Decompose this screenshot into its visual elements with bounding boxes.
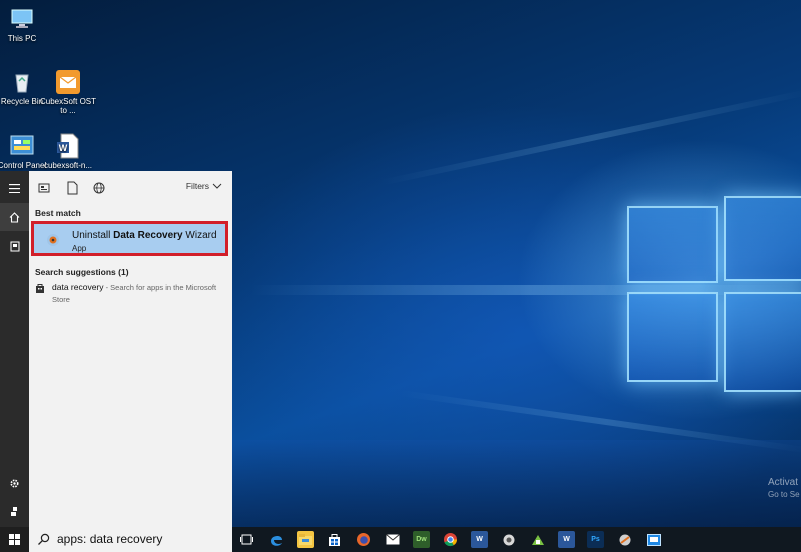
firefox-icon	[357, 533, 370, 546]
search-suggestion-item[interactable]: data recovery - Search for apps in the M…	[33, 282, 229, 310]
svg-text:W: W	[59, 143, 68, 153]
photoshop-icon: Ps	[591, 536, 600, 543]
activate-windows-watermark: Activat Go to Se	[768, 477, 800, 499]
taskbar-mail[interactable]	[384, 531, 401, 548]
envelope-app-icon	[56, 70, 80, 94]
documents-button[interactable]	[0, 232, 29, 260]
word-icon: W	[563, 536, 570, 543]
start-menu-rail	[0, 171, 29, 527]
mail-icon	[385, 534, 400, 545]
apps-icon[interactable]	[36, 180, 52, 196]
app-icon	[531, 534, 544, 545]
filters-label: Filters	[185, 181, 209, 191]
home-button[interactable]	[0, 203, 29, 231]
chevron-down-icon	[212, 183, 222, 189]
desktop-icon-label: Recycle Bin	[0, 97, 44, 106]
taskbar-app-2[interactable]	[529, 531, 546, 548]
filters-button[interactable]: Filters	[186, 181, 222, 191]
desktop-icon-cubexsoft-doc[interactable]: W cubexsoft-n...	[38, 133, 98, 170]
web-icon[interactable]	[91, 180, 107, 196]
hamburger-icon	[9, 183, 20, 193]
suggestion-detail: Store	[52, 295, 70, 304]
taskbar-word-2[interactable]: W	[558, 531, 575, 548]
user-icon	[11, 506, 17, 516]
documents-icon	[10, 241, 19, 251]
recycle-bin-icon	[15, 74, 29, 93]
start-button[interactable]	[0, 527, 29, 552]
user-button[interactable]	[0, 497, 29, 525]
chrome-icon	[444, 533, 457, 547]
taskbar-app-4[interactable]	[645, 531, 662, 548]
taskbar-app[interactable]	[500, 531, 517, 548]
store-icon	[329, 534, 340, 546]
file-explorer-icon	[299, 534, 312, 545]
taskbar-file-explorer[interactable]	[297, 531, 314, 548]
search-icon	[38, 533, 50, 545]
best-match-result[interactable]: Uninstall Data Recovery Wizard App	[31, 221, 228, 256]
desktop-icon-this-pc[interactable]: This PC	[0, 6, 52, 43]
data-recovery-app-icon	[47, 234, 59, 246]
taskbar-app-3[interactable]	[616, 531, 633, 548]
gear-icon	[10, 478, 19, 488]
taskbar-store[interactable]	[326, 531, 343, 548]
windows-logo-icon	[9, 534, 20, 545]
hamburger-menu-button[interactable]	[0, 174, 29, 202]
best-match-subtitle: App	[72, 244, 87, 253]
documents-icon[interactable]	[64, 180, 80, 196]
desktop-icon-label: cubexsoft-n...	[43, 161, 93, 170]
best-match-header: Best match	[35, 208, 81, 218]
task-view-button[interactable]	[238, 531, 255, 548]
taskbar-search-box[interactable]	[29, 527, 232, 552]
search-suggestions-header: Search suggestions (1)	[35, 267, 129, 277]
desktop-icon-label: CubexSoft OST to ...	[39, 97, 97, 115]
app-icon	[646, 533, 661, 546]
search-input[interactable]	[57, 530, 227, 548]
taskbar-dreamweaver[interactable]: Dw	[413, 531, 430, 548]
taskbar-chrome[interactable]	[442, 531, 459, 548]
word-icon: W	[476, 536, 483, 543]
best-match-title: Uninstall Data Recovery Wizard	[72, 230, 217, 241]
store-bag-icon	[36, 284, 44, 293]
taskbar: Dw W W Ps	[0, 527, 801, 552]
desktop-icon-cubexsoft-ost[interactable]: CubexSoft OST to ...	[38, 69, 98, 115]
task-view-icon	[240, 534, 253, 545]
word-document-icon: W	[57, 133, 79, 159]
app-icon	[619, 534, 630, 545]
suggestion-text: data recovery - Search for apps in the M…	[52, 282, 217, 292]
search-toolbar: Filters	[29, 171, 232, 203]
dreamweaver-icon: Dw	[416, 536, 427, 543]
app-icon	[503, 534, 514, 545]
edge-icon	[271, 535, 282, 546]
control-panel-icon	[10, 135, 34, 155]
computer-icon	[11, 9, 33, 28]
home-icon	[9, 211, 20, 223]
desktop-icon-label: This PC	[7, 34, 37, 43]
taskbar-word[interactable]: W	[471, 531, 488, 548]
search-results-panel: Filters Best match Uninstall Data Recove…	[29, 171, 232, 527]
taskbar-firefox[interactable]	[355, 531, 372, 548]
settings-button[interactable]	[0, 469, 29, 497]
taskbar-photoshop[interactable]: Ps	[587, 531, 604, 548]
taskbar-edge[interactable]	[268, 531, 285, 548]
